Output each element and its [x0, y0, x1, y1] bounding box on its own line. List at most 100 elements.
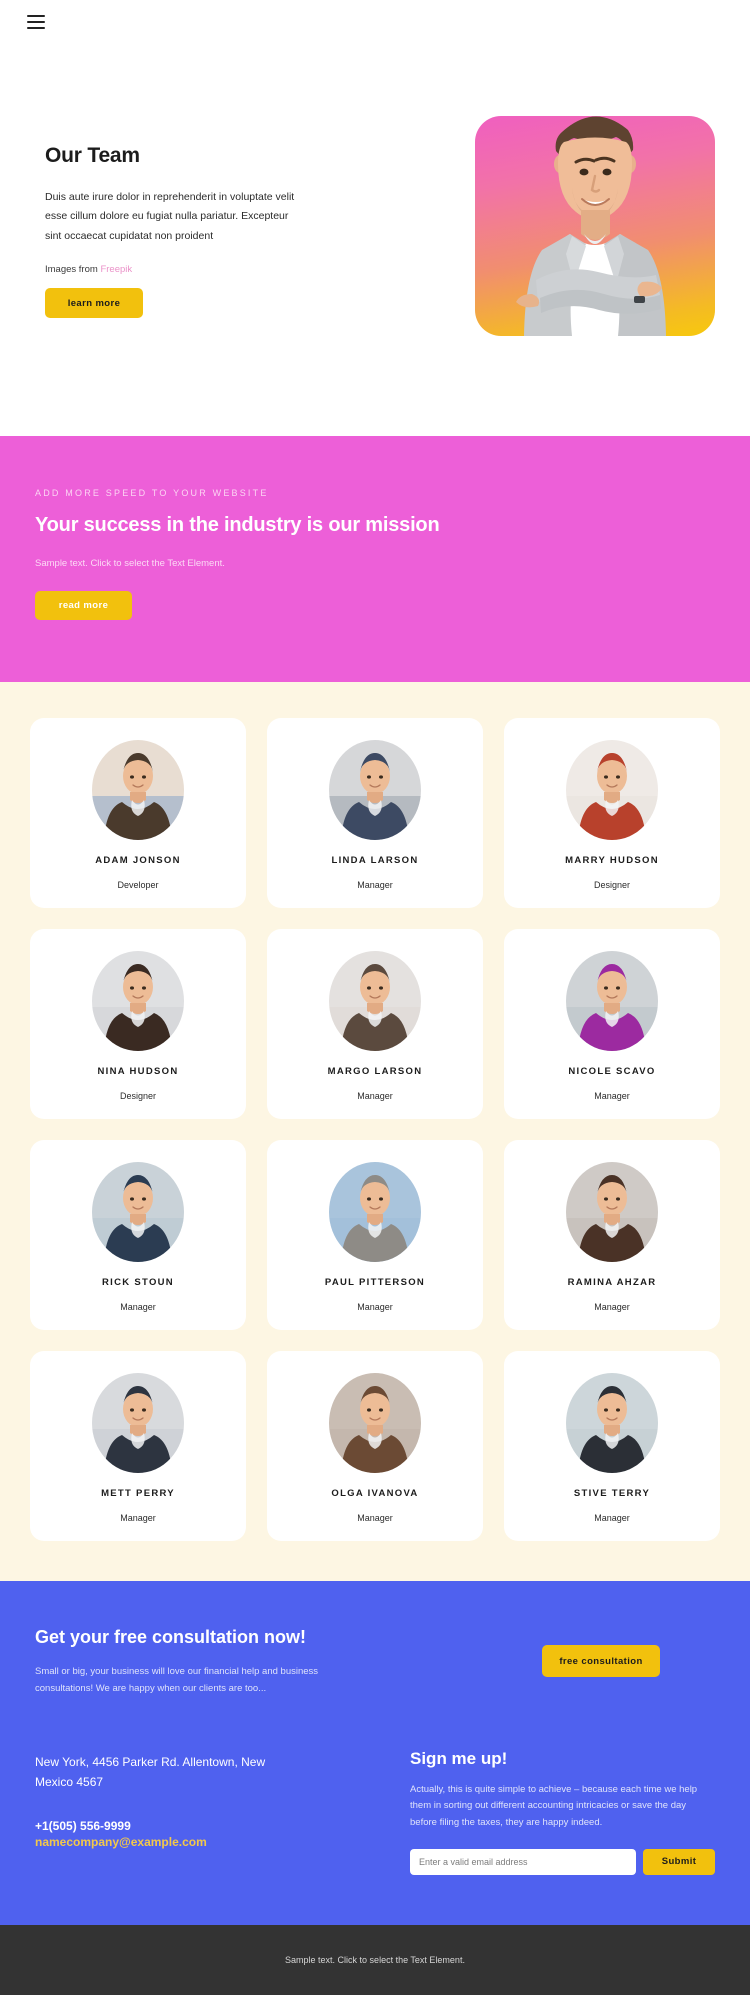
- banner-eyebrow: ADD MORE SPEED TO YOUR WEBSITE: [35, 488, 269, 498]
- man-writing-at-desk-icon: [92, 740, 184, 840]
- team-member-card[interactable]: RAMINA AHZAR Manager: [504, 1140, 720, 1330]
- page-root: Our Team Duis aute irure dolor in repreh…: [0, 0, 750, 1995]
- team-member-card[interactable]: NINA HUDSON Designer: [30, 929, 246, 1119]
- team-member-card[interactable]: LINDA LARSON Manager: [267, 718, 483, 908]
- member-avatar: [566, 951, 658, 1051]
- hero-description: Duis aute irure dolor in reprehenderit i…: [45, 191, 295, 242]
- member-avatar: [329, 951, 421, 1051]
- member-name: NINA HUDSON: [97, 1066, 179, 1077]
- member-name: ADAM JONSON: [95, 855, 181, 866]
- contact-block: New York, 4456 Parker Rd. Allentown, New…: [35, 1749, 300, 1874]
- team-member-card[interactable]: ADAM JONSON Developer: [30, 718, 246, 908]
- member-role: Designer: [119, 1091, 157, 1101]
- member-avatar: [329, 740, 421, 840]
- member-avatar: [329, 1162, 421, 1262]
- woman-with-laptop-icon: [92, 951, 184, 1051]
- site-header: [0, 0, 750, 44]
- member-avatar: [329, 1373, 421, 1473]
- consultation-row: Get your free consultation now! Small or…: [35, 1627, 715, 1697]
- member-avatar: [566, 740, 658, 840]
- thinking-man-white-shirt-icon: [566, 1373, 658, 1473]
- member-role: Manager: [357, 880, 393, 890]
- hamburger-bar: [27, 21, 45, 23]
- team-member-card[interactable]: NICOLE SCAVO Manager: [504, 929, 720, 1119]
- consultation-text-block: Get your free consultation now! Small or…: [35, 1627, 365, 1697]
- signup-description: Actually, this is quite simple to achiev…: [410, 1784, 698, 1828]
- team-member-card[interactable]: PAUL PITTERSON Manager: [267, 1140, 483, 1330]
- team-member-card[interactable]: STIVE TERRY Manager: [504, 1351, 720, 1541]
- curly-hair-woman-icon: [566, 1162, 658, 1262]
- member-name: NICOLE SCAVO: [568, 1066, 656, 1077]
- member-role: Manager: [357, 1302, 393, 1312]
- member-name: LINDA LARSON: [331, 855, 419, 866]
- member-role: Developer: [117, 880, 159, 890]
- member-role: Designer: [593, 880, 631, 890]
- member-role: Manager: [594, 1513, 630, 1523]
- team-member-card[interactable]: MARGO LARSON Manager: [267, 929, 483, 1119]
- consultation-description: Small or big, your business will love ou…: [35, 1666, 319, 1694]
- contact-email[interactable]: namecompany@example.com: [35, 1835, 300, 1849]
- member-name: RAMINA AHZAR: [567, 1277, 657, 1288]
- site-footer: Sample text. Click to select the Text El…: [0, 1924, 750, 1995]
- member-avatar: [92, 1373, 184, 1473]
- learn-more-button[interactable]: learn more: [45, 288, 143, 319]
- email-input[interactable]: [410, 1848, 636, 1875]
- member-avatar: [92, 951, 184, 1051]
- hero-image-card: [475, 116, 715, 336]
- team-section: ADAM JONSON Developer LINDA LARSON Manager M…: [0, 682, 750, 1581]
- woman-brown-bob-haircut-icon: [329, 1373, 421, 1473]
- signup-form: Submit: [410, 1848, 715, 1875]
- two-women-at-office-desk-icon: [329, 740, 421, 840]
- member-role: Manager: [120, 1513, 156, 1523]
- member-avatar: [92, 740, 184, 840]
- banner-subtitle: Sample text. Click to select the Text El…: [35, 558, 225, 569]
- member-avatar: [92, 1162, 184, 1262]
- member-role: Manager: [120, 1302, 156, 1312]
- footer-text: Sample text. Click to select the Text El…: [285, 1954, 465, 1965]
- hamburger-menu-icon[interactable]: [27, 15, 45, 29]
- man-with-glasses-and-tie-icon: [92, 1373, 184, 1473]
- contact-row: New York, 4456 Parker Rd. Allentown, New…: [35, 1749, 715, 1924]
- free-consultation-button[interactable]: free consultation: [542, 1645, 660, 1677]
- promo-banner-section: ADD MORE SPEED TO YOUR WEBSITE Your succ…: [0, 436, 750, 682]
- member-name: MARRY HUDSON: [565, 855, 659, 866]
- member-name: METT PERRY: [101, 1488, 175, 1499]
- woman-with-red-braid-icon: [566, 740, 658, 840]
- member-role: Manager: [594, 1091, 630, 1101]
- consultation-title: Get your free consultation now!: [35, 1627, 307, 1647]
- member-avatar: [566, 1373, 658, 1473]
- signup-title: Sign me up!: [410, 1749, 508, 1769]
- consultation-section: Get your free consultation now! Small or…: [0, 1581, 750, 1925]
- hero-text-block: Our Team Duis aute irure dolor in repreh…: [45, 144, 305, 319]
- member-avatar: [566, 1162, 658, 1262]
- member-name: STIVE TERRY: [573, 1488, 651, 1499]
- team-member-card[interactable]: OLGA IVANOVA Manager: [267, 1351, 483, 1541]
- signup-block: Sign me up! Actually, this is quite simp…: [410, 1749, 715, 1875]
- banner-title: Your success in the industry is our miss…: [35, 514, 440, 536]
- team-member-card[interactable]: METT PERRY Manager: [30, 1351, 246, 1541]
- businessman-illustration: [516, 116, 666, 336]
- member-name: PAUL PITTERSON: [324, 1277, 426, 1288]
- woman-in-purple-blazer-icon: [566, 951, 658, 1051]
- men-in-meeting-icon: [92, 1162, 184, 1262]
- member-name: MARGO LARSON: [327, 1066, 423, 1077]
- member-role: Manager: [357, 1513, 393, 1523]
- member-name: OLGA IVANOVA: [331, 1488, 419, 1499]
- image-credit-prefix: Images from: [45, 264, 101, 276]
- team-member-card[interactable]: RICK STOUN Manager: [30, 1140, 246, 1330]
- member-role: Manager: [357, 1091, 393, 1101]
- member-role: Manager: [594, 1302, 630, 1312]
- smiling-short-hair-woman-icon: [329, 951, 421, 1051]
- hero-section: Our Team Duis aute irure dolor in repreh…: [0, 44, 750, 436]
- submit-button[interactable]: Submit: [643, 1848, 715, 1875]
- freepik-link[interactable]: Freepik: [100, 264, 132, 275]
- team-member-card[interactable]: MARRY HUDSON Designer: [504, 718, 720, 908]
- page-title: Our Team: [45, 144, 140, 167]
- image-credit: Images from Freepik: [45, 264, 305, 275]
- member-name: RICK STOUN: [102, 1277, 174, 1288]
- hero-photo: [492, 84, 698, 336]
- team-grid: ADAM JONSON Developer LINDA LARSON Manager M…: [30, 718, 720, 1541]
- read-more-button[interactable]: read more: [35, 591, 132, 620]
- senior-man-on-phone-icon: [329, 1162, 421, 1262]
- contact-phone[interactable]: +1(505) 556-9999: [35, 1819, 300, 1833]
